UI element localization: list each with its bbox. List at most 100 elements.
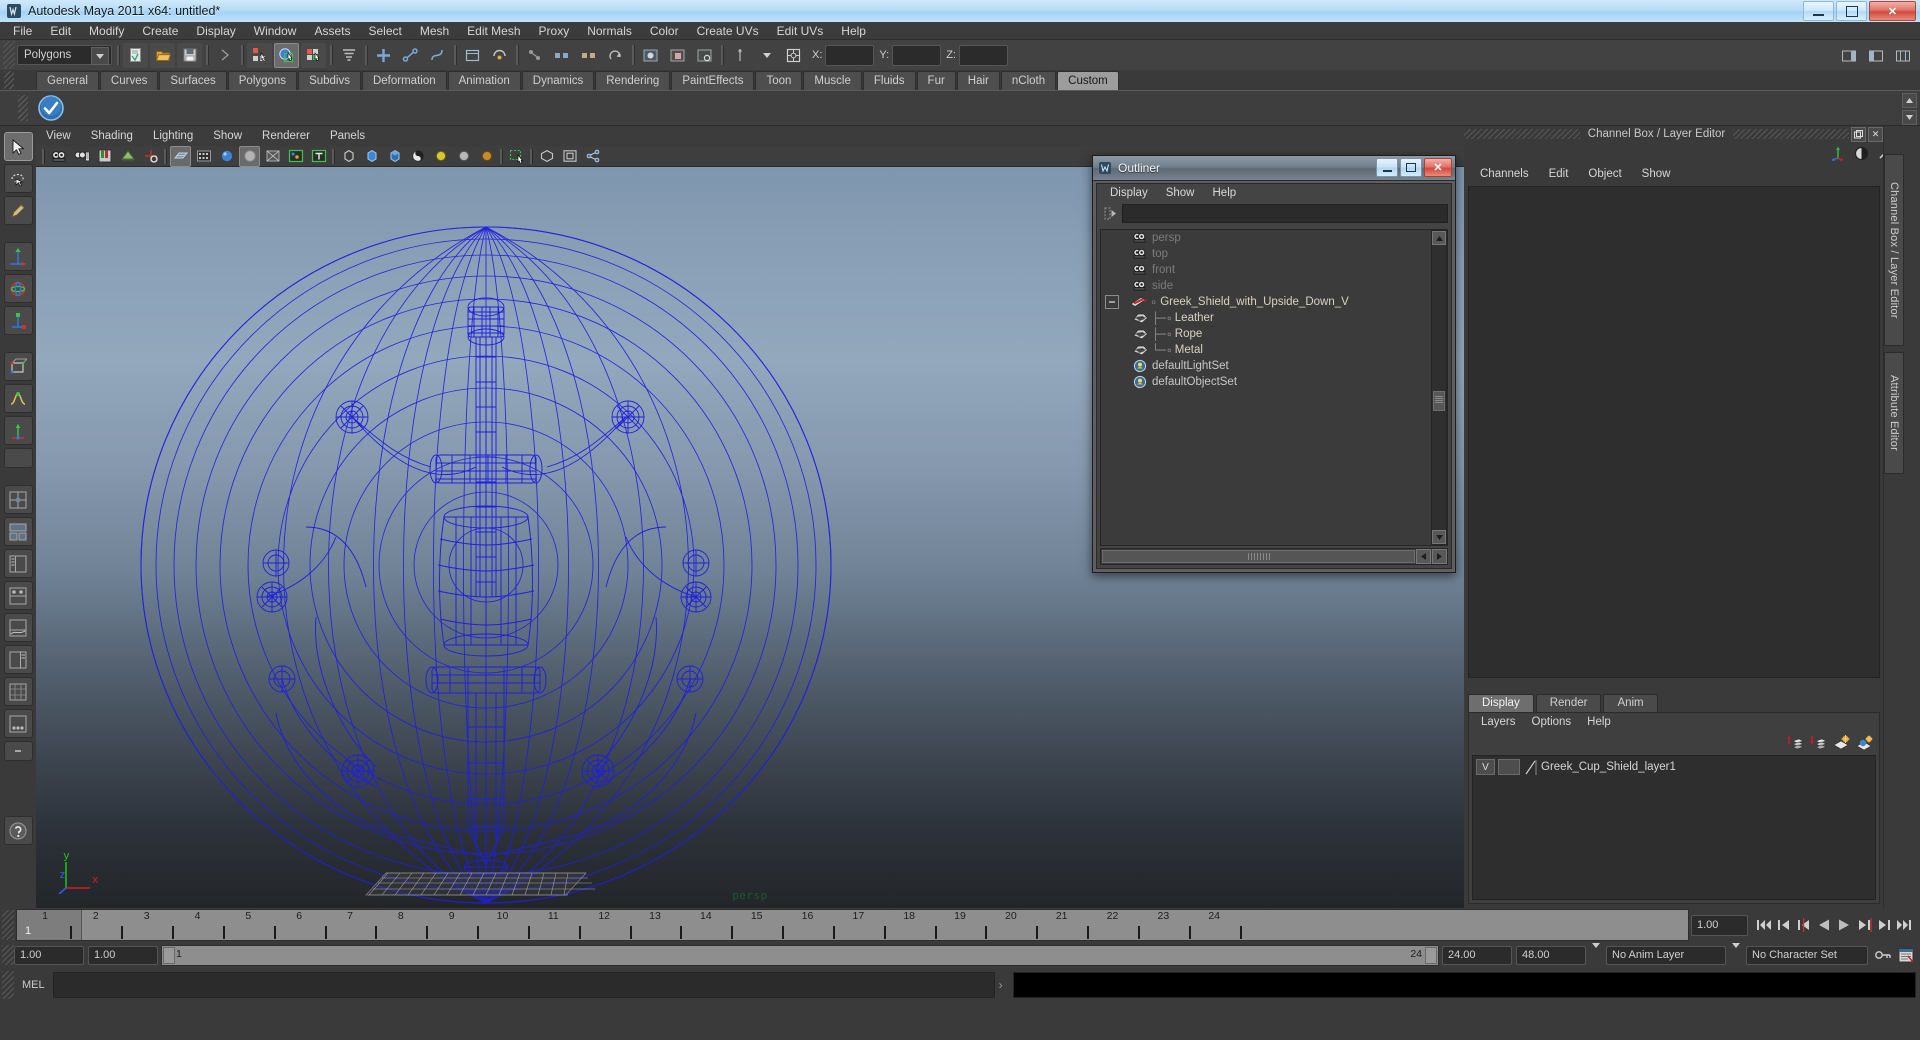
outliner-item-leather[interactable]: ├─∘ Leather — [1101, 310, 1447, 326]
select-tool[interactable] — [3, 132, 33, 161]
menu-edit-uvs[interactable]: Edit UVs — [768, 22, 833, 40]
xray-selection-icon[interactable] — [506, 146, 527, 167]
help-tool-button[interactable] — [3, 816, 33, 845]
text-display-icon[interactable] — [308, 146, 329, 167]
restore-button[interactable] — [1836, 1, 1867, 21]
outliner-titlebar[interactable]: Outliner ✕ — [1093, 156, 1455, 181]
outliner-minimize-button[interactable] — [1376, 158, 1398, 177]
two-d-pan-zoom-icon[interactable] — [140, 146, 161, 167]
outliner-menu-show[interactable]: Show — [1157, 184, 1204, 203]
wireframe-shading-icon[interactable] — [170, 145, 191, 167]
scale-tool[interactable] — [3, 306, 33, 335]
dock-gripper[interactable] — [1464, 129, 1580, 139]
filter-icon[interactable] — [1100, 205, 1122, 222]
auto-keyframe-icon[interactable] — [1874, 948, 1892, 962]
shelf-scroll-up-button[interactable] — [1902, 93, 1917, 108]
snap-to-view-plane-button[interactable] — [460, 43, 485, 68]
outliner-item-metal[interactable]: └─∘ Metal — [1101, 342, 1447, 358]
shelf-tab-general[interactable]: General — [36, 71, 99, 90]
input-connections-button[interactable] — [549, 43, 574, 68]
quick-layout-uv-editor-button[interactable] — [3, 677, 33, 706]
output-connections-button[interactable] — [576, 43, 601, 68]
shelf-tab-fur[interactable]: Fur — [916, 71, 956, 90]
image-plane-icon[interactable] — [117, 146, 138, 167]
command-output[interactable] — [1012, 972, 1916, 998]
outliner-item-greek-shield[interactable]: ∘ Greek_Shield_with_Upside_Down_V — [1101, 294, 1447, 310]
vertical-tab-attribute-editor[interactable]: Attribute Editor — [1884, 352, 1904, 474]
menu-display[interactable]: Display — [187, 22, 244, 40]
range-end-handle[interactable] — [1425, 946, 1437, 964]
viewport-menu-view[interactable]: View — [36, 126, 81, 146]
select-by-component-type-button[interactable] — [301, 42, 326, 68]
shelf-tab-rendering[interactable]: Rendering — [595, 71, 671, 90]
animation-preferences-icon[interactable] — [1898, 948, 1914, 963]
bookmarks-icon[interactable] — [94, 146, 115, 167]
create-layer-from-selected-icon[interactable] — [1855, 735, 1873, 750]
minimize-button[interactable] — [1803, 1, 1834, 21]
select-camera-icon[interactable] — [48, 146, 69, 167]
construction-history-button[interactable] — [603, 43, 628, 68]
channelbox-menu-edit[interactable]: Edit — [1539, 164, 1579, 184]
select-hierarchy-mode-icon[interactable] — [336, 43, 361, 68]
ipr-render-button[interactable] — [665, 43, 690, 68]
quick-layout-persp-graph-button[interactable] — [3, 613, 33, 642]
channelbox-menu-channels[interactable]: Channels — [1470, 164, 1539, 184]
outliner-item-persp[interactable]: persp — [1101, 230, 1447, 246]
shelf-tab-dynamics[interactable]: Dynamics — [521, 71, 595, 90]
show-hide-attribute-editor-button[interactable] — [1863, 43, 1888, 68]
rotate-tool[interactable] — [3, 274, 33, 303]
menu-modify[interactable]: Modify — [80, 22, 133, 40]
render-settings-button[interactable] — [692, 43, 717, 68]
scroll-right-button[interactable] — [1432, 549, 1447, 564]
outliner-close-button[interactable]: ✕ — [1424, 158, 1452, 177]
menu-help[interactable]: Help — [832, 22, 875, 40]
shelf-tab-ncloth[interactable]: nCloth — [1000, 71, 1057, 90]
layer-display-type-toggle[interactable] — [1498, 759, 1520, 775]
shelf-scroll-down-button[interactable] — [1902, 110, 1917, 125]
menu-mesh[interactable]: Mesh — [411, 22, 458, 40]
move-layer-up-icon[interactable] — [1786, 735, 1804, 750]
menu-edit-mesh[interactable]: Edit Mesh — [458, 22, 529, 40]
scroll-down-button[interactable] — [1432, 530, 1446, 544]
dock-gripper[interactable] — [1733, 129, 1850, 139]
shelf-tab-polygons[interactable]: Polygons — [227, 71, 298, 90]
range-slider-gripper[interactable] — [2, 945, 14, 965]
expand-collapse-icon[interactable] — [1105, 295, 1119, 309]
outliner-item-default-light-set[interactable]: defaultLightSet — [1101, 358, 1447, 374]
close-button[interactable]: ✕ — [1869, 1, 1916, 21]
menu-create-uvs[interactable]: Create UVs — [688, 22, 768, 40]
scroll-thumb[interactable] — [1433, 391, 1445, 411]
outliner-menu-display[interactable]: Display — [1101, 184, 1157, 203]
tab-anim[interactable]: Anim — [1603, 694, 1658, 712]
viewport-menu-show[interactable]: Show — [203, 126, 252, 146]
shelf-tab-hair[interactable]: Hair — [956, 71, 1000, 90]
quick-layout-more-button[interactable] — [3, 709, 33, 738]
shadows-icon[interactable] — [384, 146, 405, 167]
snap-to-grid-button[interactable] — [371, 43, 396, 68]
viewport-menu-renderer[interactable]: Renderer — [252, 126, 320, 146]
time-slider-gripper[interactable] — [2, 910, 14, 940]
make-live-button[interactable] — [487, 43, 512, 68]
chevron-down-icon[interactable] — [91, 47, 109, 65]
time-slider-track[interactable]: 1 1 2 3 4 5 6 7 8 9 10 11 12 13 14 15 16 17 18 19 20 21 22 23 2… — [16, 909, 1689, 941]
y-field[interactable] — [892, 44, 942, 66]
menu-create[interactable]: Create — [133, 22, 187, 40]
expand-collapse-icon[interactable] — [212, 43, 237, 68]
isolate-select-icon[interactable] — [536, 146, 557, 167]
outliner-menu-help[interactable]: Help — [1204, 184, 1246, 203]
outliner-item-default-object-set[interactable]: defaultObjectSet — [1101, 374, 1447, 390]
range-start-handle[interactable] — [163, 946, 175, 964]
play-backwards-icon[interactable] — [1814, 914, 1834, 936]
playback-start-field[interactable]: 1.00 — [88, 945, 158, 965]
transform-field-dropdown[interactable] — [754, 43, 779, 68]
command-language-label[interactable]: MEL — [14, 979, 53, 991]
quick-layout-persp-outliner-button[interactable] — [3, 645, 33, 674]
menu-window[interactable]: Window — [245, 22, 306, 40]
command-resize-handle[interactable]: › — [995, 978, 1007, 992]
menu-assets[interactable]: Assets — [305, 22, 359, 40]
shelf-tab-painteffects[interactable]: PaintEffects — [671, 71, 755, 90]
anim-layer-combo[interactable]: No Anim Layer — [1606, 945, 1726, 965]
create-empty-layer-icon[interactable] — [1832, 734, 1850, 750]
layer-row[interactable]: V Greek_Cup_Shield_layer1 — [1473, 758, 1875, 776]
universal-manipulator-tool[interactable] — [3, 352, 33, 381]
